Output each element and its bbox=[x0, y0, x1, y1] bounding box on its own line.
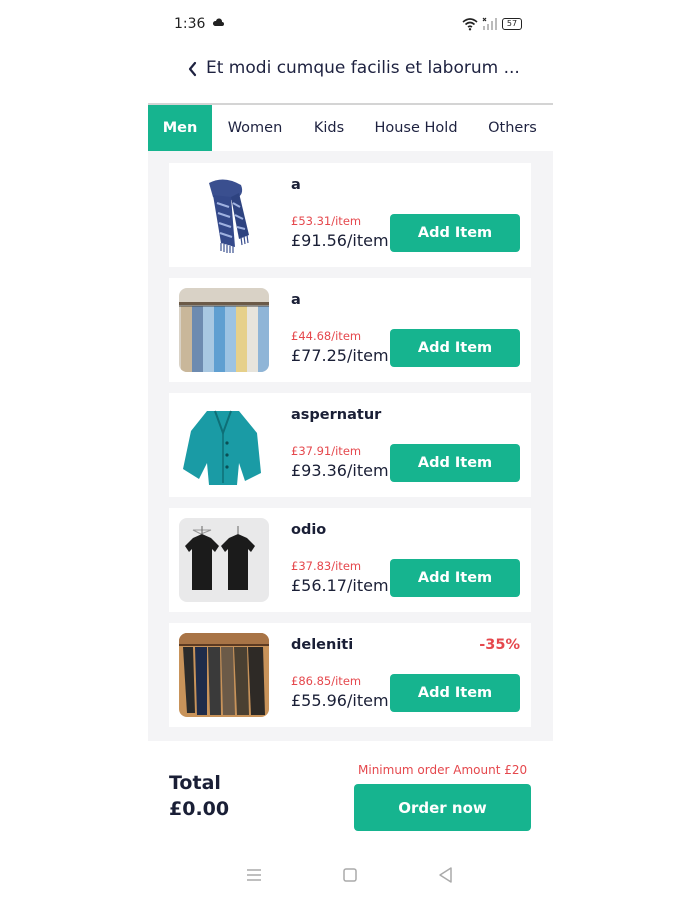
product-price: £91.56/item bbox=[291, 231, 389, 250]
original-price: £37.83/item bbox=[291, 559, 362, 573]
cloud-icon bbox=[212, 18, 224, 26]
total-value: £0.00 bbox=[169, 798, 230, 820]
original-price: £44.68/item bbox=[291, 329, 362, 343]
product-price: £93.36/item bbox=[291, 461, 389, 480]
product-price: £55.96/item bbox=[291, 691, 389, 710]
tab-others[interactable]: Others bbox=[472, 105, 553, 151]
tab-men[interactable]: Men bbox=[148, 105, 212, 151]
status-time: 1:36 bbox=[174, 16, 206, 32]
add-item-button[interactable]: Add Item bbox=[390, 329, 520, 367]
product-name: aspernatur bbox=[291, 407, 382, 423]
back-arrow-icon[interactable] bbox=[186, 60, 200, 78]
discount-badge: -35% bbox=[479, 637, 520, 653]
product-image-shirts-rack bbox=[179, 288, 269, 372]
add-item-button[interactable]: Add Item bbox=[390, 559, 520, 597]
category-tabs: Men Women Kids House Hold Others bbox=[148, 105, 553, 151]
original-price: £37.91/item bbox=[291, 444, 362, 458]
product-card: a £44.68/item £77.25/item Add Item bbox=[169, 278, 531, 382]
product-image-trousers bbox=[179, 633, 269, 717]
menu-nav-icon[interactable] bbox=[244, 866, 264, 884]
battery-icon: 57 bbox=[502, 18, 522, 30]
original-price: £86.85/item bbox=[291, 674, 362, 688]
add-item-button[interactable]: Add Item bbox=[390, 444, 520, 482]
order-now-button[interactable]: Order now bbox=[354, 784, 531, 831]
total-label: Total bbox=[169, 772, 221, 794]
add-item-button[interactable]: Add Item bbox=[390, 674, 520, 712]
tab-women[interactable]: Women bbox=[212, 105, 298, 151]
product-name: odio bbox=[291, 522, 327, 538]
product-card: aspernatur £37.91/item £93.36/item Add I… bbox=[169, 393, 531, 497]
tab-kids[interactable]: Kids bbox=[298, 105, 360, 151]
page-title: Et modi cumque facilis et laborum ... bbox=[206, 58, 520, 78]
product-card: deleniti -35% £86.85/item £55.96/item Ad… bbox=[169, 623, 531, 727]
product-name: deleniti bbox=[291, 637, 354, 653]
original-price: £53.31/item bbox=[291, 214, 362, 228]
minimum-order-notice: Minimum order Amount £20 bbox=[358, 763, 528, 777]
add-item-button[interactable]: Add Item bbox=[390, 214, 520, 252]
status-icons: 57 bbox=[462, 16, 522, 32]
product-card: odio £37.83/item £56.17/item Add Item bbox=[169, 508, 531, 612]
tab-house-hold[interactable]: House Hold bbox=[360, 105, 472, 151]
signal-icon bbox=[482, 17, 497, 30]
product-name: a bbox=[291, 292, 301, 308]
product-image-teal-jacket bbox=[179, 403, 269, 487]
home-nav-icon[interactable] bbox=[340, 866, 360, 884]
product-price: £77.25/item bbox=[291, 346, 389, 365]
product-price: £56.17/item bbox=[291, 576, 389, 595]
product-card: a £53.31/item £91.56/item Add Item bbox=[169, 163, 531, 267]
back-nav-icon[interactable] bbox=[436, 866, 456, 884]
product-image-black-tshirts bbox=[179, 518, 269, 602]
product-image-scarf bbox=[179, 173, 269, 257]
product-name: a bbox=[291, 177, 301, 193]
wifi-icon bbox=[462, 18, 478, 31]
